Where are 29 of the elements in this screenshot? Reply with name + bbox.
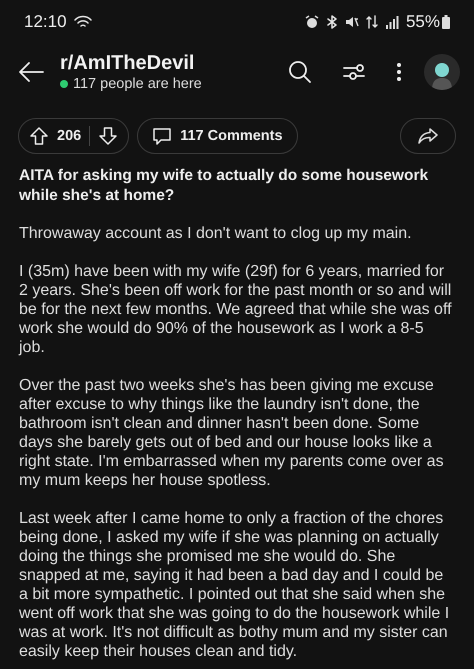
back-button[interactable]	[18, 61, 44, 83]
status-time: 12:10	[24, 12, 67, 32]
post-paragraph: Throwaway account as I don't want to clog up my main.	[19, 224, 413, 243]
battery-percentage: 55%	[406, 12, 440, 32]
post-paragraph: I (35m) have been with my wife (29f) for 6 years, married for 2 years. She's been off work for the past month or so and will be for the next few months. We agreed that while she was off work she would do 90% of the housework as I work a 8-5 job.	[19, 262, 452, 357]
online-dot-icon	[60, 80, 68, 88]
search-button[interactable]	[288, 60, 312, 84]
vote-count: 206	[57, 128, 82, 144]
comments-button[interactable]: 117 Comments	[137, 118, 298, 154]
signal-icon	[384, 15, 399, 29]
comment-icon	[152, 126, 172, 146]
mute-icon	[344, 15, 359, 29]
upvote-button[interactable]	[29, 126, 49, 146]
data-icon	[366, 15, 378, 29]
wifi-icon	[74, 15, 92, 29]
downvote-button[interactable]	[98, 126, 118, 146]
alarm-icon	[304, 15, 319, 29]
bluetooth-icon	[326, 15, 338, 29]
battery-icon	[442, 15, 450, 29]
more-options-button[interactable]	[396, 62, 402, 82]
share-icon	[418, 127, 438, 145]
post-paragraph: Over the past two weeks she's has been giving me excuse after excuse to why things like the laundry isn't done, the bathroom isn't clean and dinner hasn't been done. Some days she barely gets out of bed and our house looks like a right state. I'm embarrassed when my parents come over as my mum keeps her house spotless.	[19, 376, 445, 490]
subreddit-name: r/AmITheDevil	[60, 52, 196, 75]
share-button[interactable]	[400, 118, 456, 154]
online-count: 117 people are here	[73, 76, 202, 92]
filter-button[interactable]	[342, 62, 366, 82]
user-avatar[interactable]	[424, 54, 460, 90]
post-title: AITA for asking my wife to actually do some housework while she's at home?	[19, 166, 430, 205]
post-paragraph: Last week after I came home to only a fraction of the chores being done, I asked my wife if she was planning on actually doing the things she promised me she would do. She snapped at me, saying it had been a bad day and I could be a bit more sympathetic. I pointed out that she said when she went off work that she was going to do the housework while I was at work. It's not difficult as bothy mum and my sister can easily keep their houses clean and tidy.	[19, 509, 450, 661]
